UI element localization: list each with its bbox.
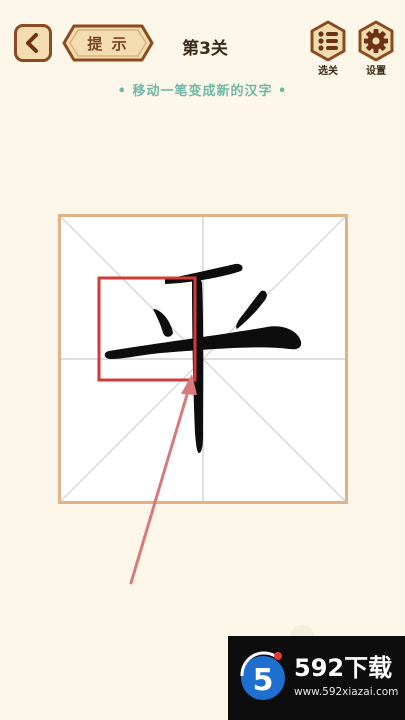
character-grid (58, 214, 348, 504)
settings-label: 设置 (366, 66, 386, 77)
back-button[interactable] (14, 24, 52, 62)
hint-button[interactable]: 提 示 (62, 24, 154, 62)
top-bar: 提 示 第3关 选关 设置 (0, 0, 405, 80)
list-icon (310, 20, 346, 62)
level-select-label: 选关 (318, 66, 338, 77)
watermark: 5 592下载 www.592xiazai.com (228, 636, 405, 720)
puzzle-character (61, 217, 345, 501)
hint-label: 提 示 (87, 34, 129, 53)
level-title: 第3关 (182, 39, 228, 59)
level-select-button[interactable] (307, 20, 349, 62)
gear-icon (358, 20, 394, 62)
watermark-brand: 592下载 (294, 654, 393, 682)
watermark-url: www.592xiazai.com (294, 686, 399, 698)
site-logo: 5 (240, 651, 285, 700)
settings-button[interactable] (355, 20, 397, 62)
instruction-text: • 移动一笔变成新的汉字 • (117, 84, 288, 99)
logo-text: 5 (253, 663, 274, 698)
chevron-left-icon (26, 33, 38, 53)
